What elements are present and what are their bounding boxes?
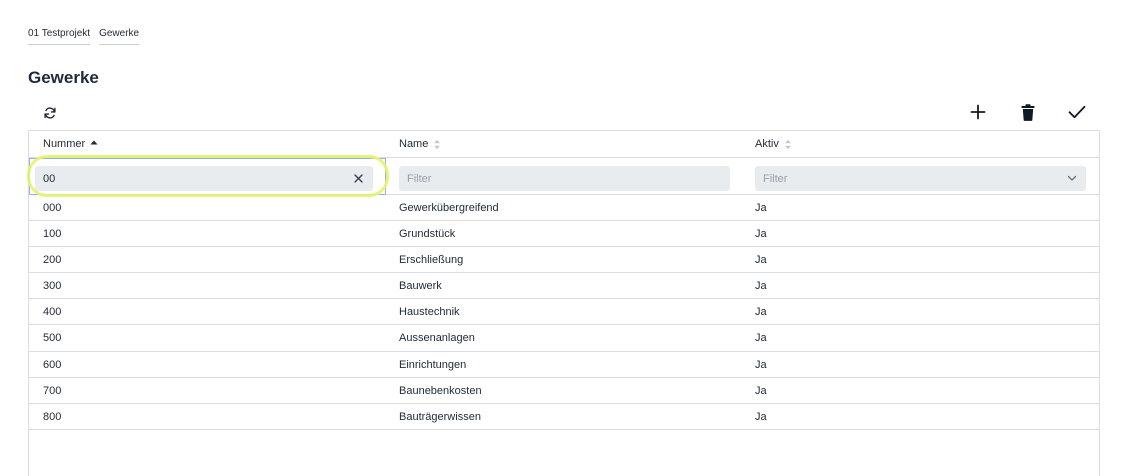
cell-aktiv: Ja [755, 228, 767, 241]
cell-aktiv: Ja [755, 254, 767, 267]
cell-nummer: 400 [43, 306, 62, 319]
table-row[interactable]: 600 Einrichtungen Ja [29, 352, 1099, 378]
breadcrumb-item-gewerke[interactable]: Gewerke [99, 28, 140, 45]
clear-filter-button[interactable] [351, 171, 365, 185]
chevron-down-icon[interactable] [1066, 172, 1078, 184]
confirm-button[interactable] [1064, 99, 1090, 125]
cell-nummer: 500 [43, 332, 62, 345]
column-label-name: Name [399, 138, 429, 150]
breadcrumb: 01 Testprojekt Gewerke [28, 28, 140, 45]
table-header: Nummer Name Aktiv [29, 131, 1099, 158]
cell-nummer: 300 [43, 280, 62, 293]
table-body: 000 Gewerkübergreifend Ja 100 Grundstück… [29, 195, 1099, 430]
cell-name: Baunebenkosten [399, 384, 482, 397]
sort-ascending-icon [90, 140, 98, 145]
refresh-icon [44, 107, 56, 119]
table-row[interactable]: 000 Gewerkübergreifend Ja [29, 195, 1099, 222]
filter-row [27, 155, 1099, 197]
table-row[interactable]: 800 Bauträgerwissen Ja [29, 404, 1099, 430]
cell-aktiv: Ja [755, 358, 767, 371]
column-header-aktiv[interactable]: Aktiv [755, 138, 792, 150]
add-button[interactable] [965, 99, 991, 125]
cell-name: Bauträgerwissen [399, 410, 481, 423]
table-row[interactable]: 500 Aussenanlagen Ja [29, 325, 1099, 352]
cell-aktiv: Ja [755, 202, 767, 214]
table-row[interactable]: 400 Haustechnik Ja [29, 299, 1099, 326]
cell-aktiv: Ja [755, 410, 767, 423]
cell-aktiv: Ja [755, 332, 767, 345]
table-row[interactable]: 300 Bauwerk Ja [29, 273, 1099, 300]
column-label-nummer: Nummer [43, 138, 86, 150]
cell-name: Aussenanlagen [399, 332, 475, 345]
check-icon [1068, 105, 1086, 119]
table-row[interactable]: 200 Erschließung Ja [29, 247, 1099, 274]
gewerke-table: Nummer Name Aktiv 00 Filter Filter 000 G… [27, 130, 1100, 476]
cell-aktiv: Ja [755, 280, 767, 293]
filter-name-input[interactable] [399, 166, 730, 191]
cell-name: Gewerkübergreifend [399, 202, 499, 214]
refresh-button[interactable] [37, 100, 63, 126]
trash-icon [1021, 103, 1035, 121]
cell-name: Haustechnik [399, 306, 460, 319]
cell-nummer: 600 [43, 358, 62, 371]
table-row[interactable]: 700 Baunebenkosten Ja [29, 378, 1099, 404]
filter-nummer-input[interactable] [35, 166, 373, 191]
cell-name: Einrichtungen [399, 358, 467, 371]
sort-icon [434, 139, 441, 149]
column-label-aktiv: Aktiv [755, 138, 779, 150]
page-title: Gewerke [28, 68, 99, 87]
filter-aktiv[interactable] [755, 166, 1086, 191]
cell-name: Grundstück [399, 228, 456, 241]
delete-button[interactable] [1015, 99, 1041, 125]
cell-nummer: 700 [43, 384, 62, 397]
cell-nummer: 100 [43, 228, 62, 241]
cell-nummer: 200 [43, 254, 62, 267]
cell-aktiv: Ja [755, 306, 767, 319]
table-row[interactable]: 100 Grundstück Ja [29, 221, 1099, 248]
cell-nummer: 800 [43, 410, 62, 423]
cell-name: Erschließung [399, 254, 464, 267]
close-icon [353, 173, 363, 183]
cell-nummer: 000 [43, 202, 62, 214]
column-header-name[interactable]: Name [399, 138, 441, 150]
sort-icon [784, 139, 791, 149]
filter-name [399, 166, 730, 191]
cell-aktiv: Ja [755, 384, 767, 397]
cell-name: Bauwerk [399, 280, 442, 293]
column-header-nummer[interactable]: Nummer [43, 138, 98, 150]
filter-aktiv-select[interactable] [755, 166, 1086, 191]
plus-icon [970, 104, 986, 120]
filter-nummer [35, 166, 373, 191]
breadcrumb-item-project[interactable]: 01 Testprojekt [28, 28, 91, 45]
